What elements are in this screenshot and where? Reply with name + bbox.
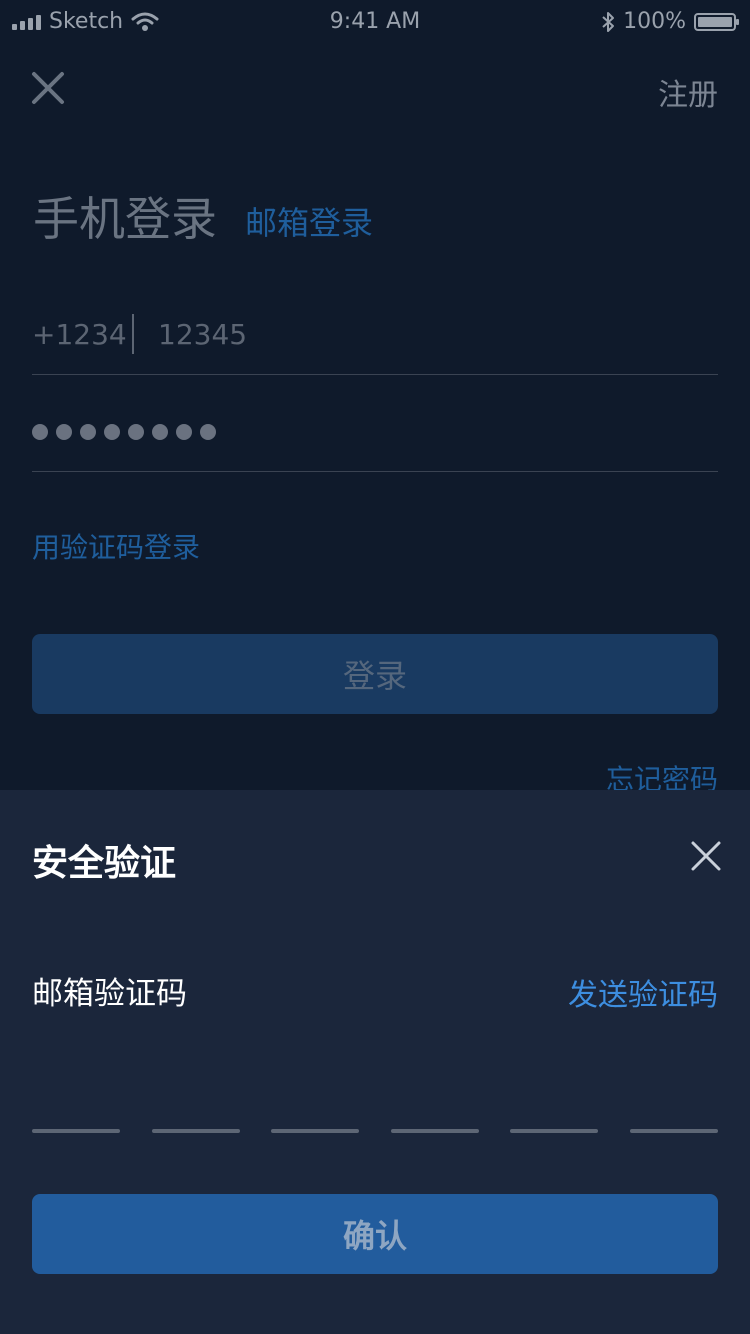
close-icon[interactable] <box>28 68 68 108</box>
tab-email-login[interactable]: 邮箱登录 <box>245 198 373 244</box>
password-dot <box>152 424 168 440</box>
sheet-title: 安全验证 <box>32 843 177 884</box>
status-right: 100% <box>601 9 739 34</box>
battery-percent: 100% <box>623 9 686 34</box>
password-dot <box>56 424 72 440</box>
country-code-selector[interactable]: +1234 <box>32 318 127 351</box>
status-bar: Sketch 9:41 AM 100% <box>0 0 750 44</box>
phone-input[interactable]: 12345 <box>158 318 247 351</box>
code-slot[interactable] <box>510 1129 599 1133</box>
password-dot <box>80 424 96 440</box>
password-dot <box>128 424 144 440</box>
confirm-button[interactable]: 确认 <box>32 1194 718 1274</box>
code-slot[interactable] <box>271 1129 360 1133</box>
code-login-link[interactable]: 用验证码登录 <box>32 526 200 566</box>
code-slot[interactable] <box>32 1129 120 1133</box>
password-dot <box>104 424 120 440</box>
send-code-button[interactable]: 发送验证码 <box>568 970 718 1014</box>
code-slot[interactable] <box>629 1129 718 1133</box>
code-slot[interactable] <box>390 1129 479 1133</box>
register-link[interactable]: 注册 <box>658 70 718 114</box>
bluetooth-icon <box>602 11 615 32</box>
phone-underline <box>32 374 718 375</box>
close-icon[interactable] <box>686 836 726 876</box>
password-dot <box>32 424 48 440</box>
verification-code-input[interactable] <box>32 1129 718 1133</box>
field-divider <box>132 314 134 354</box>
email-code-label: 邮箱验证码 <box>32 976 187 1012</box>
login-button[interactable]: 登录 <box>32 634 718 714</box>
tab-phone-login[interactable]: 手机登录 <box>33 183 217 249</box>
password-underline <box>32 471 718 472</box>
battery-icon <box>694 12 739 31</box>
code-slot[interactable] <box>151 1129 240 1133</box>
password-dot <box>176 424 192 440</box>
password-input[interactable] <box>32 424 216 440</box>
password-dot <box>200 424 216 440</box>
